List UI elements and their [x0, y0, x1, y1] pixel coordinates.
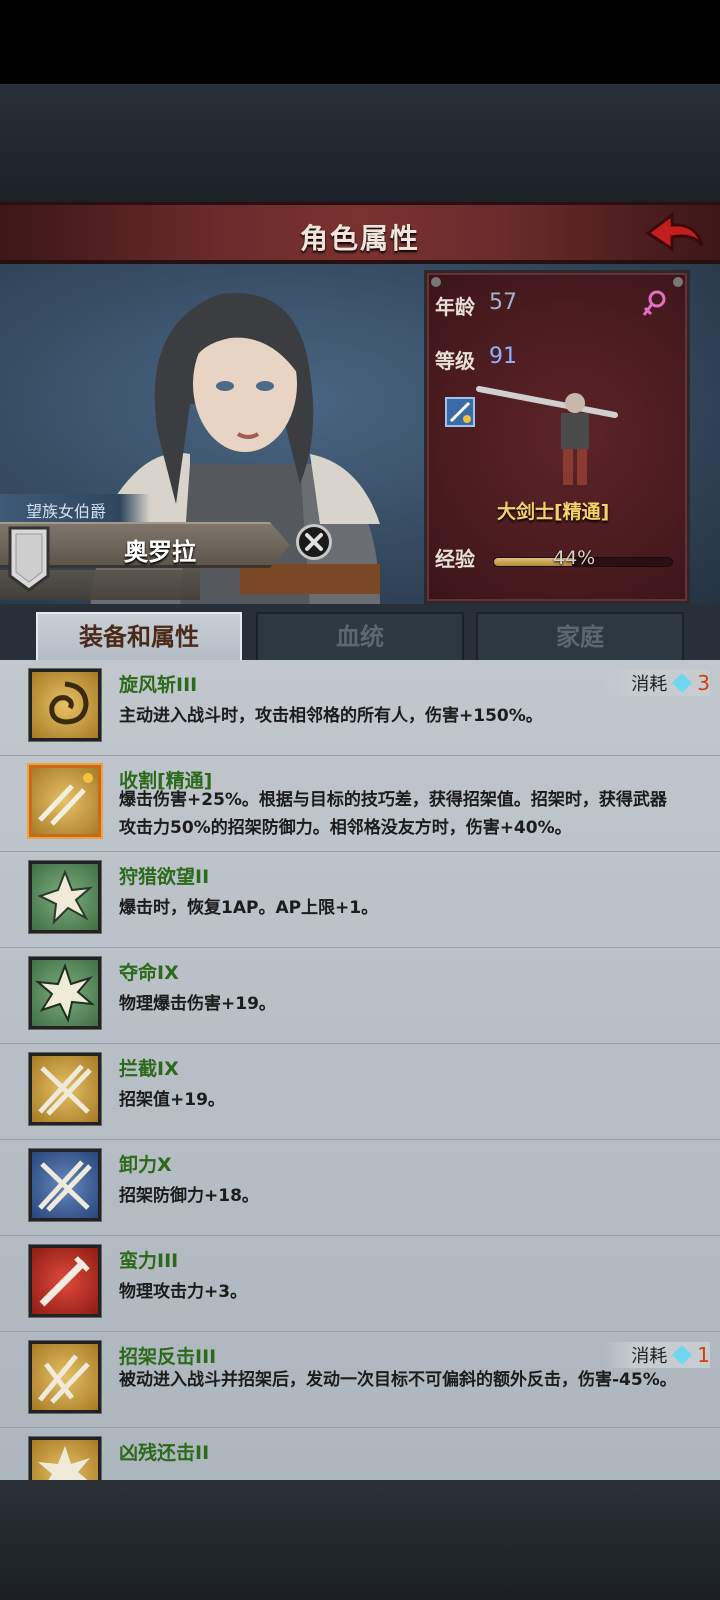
level-label: 等级 — [435, 349, 475, 373]
cost-label: 消耗 — [631, 674, 668, 695]
greatsword-class-icon[interactable] — [445, 397, 475, 427]
female-gender-icon — [642, 290, 666, 316]
dismiss-icon[interactable] — [296, 524, 332, 560]
back-arrow-icon[interactable] — [644, 209, 706, 261]
heraldry-banner-icon[interactable] — [8, 526, 50, 592]
brute-force-icon — [29, 1245, 101, 1317]
class-sprite — [476, 386, 618, 485]
cost-label: 消耗 — [631, 1346, 668, 1367]
skill-name: 狩猎欲望II — [119, 866, 210, 888]
stats-panel: 年龄 57 等级 91 大剑士[精通] 经验 44% — [424, 270, 690, 604]
tab-equipment-attributes[interactable]: 装备和属性 — [36, 612, 242, 662]
skill-row[interactable]: 凶残还击II — [0, 1428, 720, 1480]
ap-cost-badge: 消耗 3 — [603, 670, 710, 696]
tab-bloodline[interactable]: 血统 — [256, 612, 464, 662]
intercept-icon — [29, 1053, 101, 1125]
skill-description: 爆击时，恢复1AP。AP上限+1。 — [119, 898, 379, 918]
skill-row[interactable]: 夺命IX 物理爆击伤害+19。 — [0, 948, 720, 1044]
skill-name: 卸力X — [119, 1154, 172, 1176]
age-label: 年龄 — [435, 295, 475, 319]
skill-list[interactable]: 旋风斩III 消耗 3 主动进入战斗时，攻击相邻格的所有人，伤害+150%。 收割… — [0, 660, 720, 1480]
bottom-bar — [0, 1480, 720, 1600]
skill-description: 主动进入战斗时，攻击相邻格的所有人，伤害+150%。 — [119, 706, 543, 726]
harvest-icon — [29, 765, 101, 837]
whirlwind-icon — [29, 669, 101, 741]
character-title: 望族女伯爵 — [26, 502, 107, 521]
skill-row[interactable]: 收割[精通] 爆击伤害+25%。根据与目标的技巧差，获得招架值。招架时，获得武器… — [0, 756, 720, 852]
skill-row[interactable]: 卸力X 招架防御力+18。 — [0, 1140, 720, 1236]
parry-counter-icon — [29, 1341, 101, 1413]
skill-name: 拦截IX — [119, 1058, 179, 1080]
page-title: 角色属性 — [299, 222, 420, 255]
age-value: 57 — [489, 290, 517, 315]
tab-bar: 装备和属性 血统 家庭 — [0, 604, 720, 662]
brutal-riposte-icon — [29, 1437, 101, 1480]
skill-name: 招架反击III — [119, 1346, 217, 1368]
gem-icon — [672, 673, 693, 693]
character-title-tag: 望族女伯爵 — [0, 494, 150, 522]
exp-label: 经验 — [435, 547, 475, 571]
skill-description: 爆击伤害+25%。根据与目标的技巧差，获得招架值。招架时，获得武器攻击力50%的… — [119, 790, 667, 838]
hunt-desire-icon — [29, 861, 101, 933]
skill-description: 物理攻击力+3。 — [119, 1282, 248, 1302]
header-bar: 角色属性 — [0, 202, 720, 264]
ap-cost-badge: 消耗 1 — [603, 1342, 710, 1368]
character-name: 奥罗拉 — [124, 538, 196, 566]
skill-name: 凶残还击II — [119, 1442, 210, 1464]
skill-name: 旋风斩III — [119, 674, 198, 696]
skill-row[interactable]: 狩猎欲望II 爆击时，恢复1AP。AP上限+1。 — [0, 852, 720, 948]
skill-name: 夺命IX — [119, 962, 179, 984]
cost-value: 3 — [697, 671, 710, 695]
gem-icon — [672, 1345, 693, 1365]
exp-percent: 44% — [553, 547, 596, 569]
skill-row[interactable]: 蛮力III 物理攻击力+3。 — [0, 1236, 720, 1332]
skill-row[interactable]: 拦截IX 招架值+19。 — [0, 1044, 720, 1140]
status-bar-area — [0, 0, 720, 84]
skill-row[interactable]: 招架反击III 消耗 1 被动进入战斗并招架后，发动一次目标不可偏斜的额外反击，伤… — [0, 1332, 720, 1428]
level-value: 91 — [489, 344, 517, 369]
top-background — [0, 84, 720, 202]
rivet — [673, 277, 683, 287]
class-name: 大剑士[精通] — [497, 501, 610, 523]
skill-description: 招架防御力+18。 — [119, 1186, 259, 1206]
lethal-icon — [29, 957, 101, 1029]
skill-description: 招架值+19。 — [119, 1090, 225, 1110]
cost-value: 1 — [697, 1343, 710, 1367]
rivet — [431, 277, 441, 287]
skill-description: 被动进入战斗并招架后，发动一次目标不可偏斜的额外反击，伤害-45%。 — [119, 1370, 677, 1390]
tab-family[interactable]: 家庭 — [476, 612, 684, 662]
skill-row[interactable]: 旋风斩III 消耗 3 主动进入战斗时，攻击相邻格的所有人，伤害+150%。 — [0, 660, 720, 756]
skill-name: 蛮力III — [119, 1250, 179, 1272]
deflect-icon — [29, 1149, 101, 1221]
skill-description: 物理爆击伤害+19。 — [119, 994, 276, 1014]
